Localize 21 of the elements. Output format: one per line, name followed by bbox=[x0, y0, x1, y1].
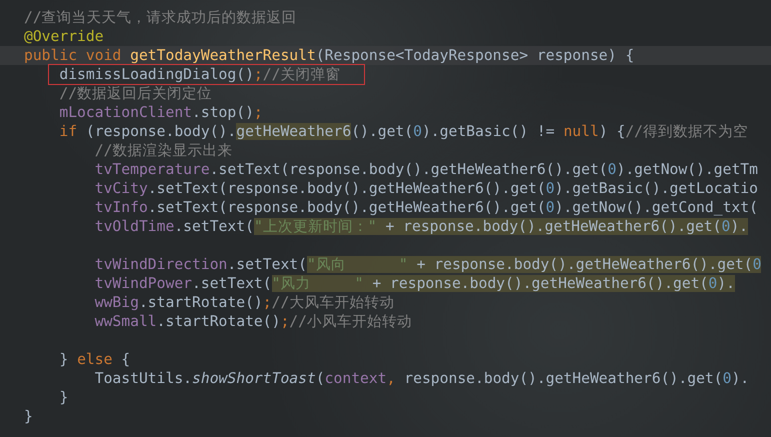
code-line: public void getTodayWeatherResult(Response<TodayResponse> response) { bbox=[24, 46, 634, 65]
code-line: wwSmall.startRotate();//小风车开始转动 bbox=[94, 312, 412, 331]
code-line: //数据渲染显示出来 bbox=[94, 141, 232, 160]
code-line: ToastUtils.showShortToast(context, response.body().getHeWeather6().get(0). bbox=[94, 369, 750, 388]
code-line: } else { bbox=[59, 350, 130, 369]
code-line: if (response.body().getHeWeather6().get(0).getBasic() != null) {//得到数据不为空 bbox=[59, 122, 748, 141]
code-line: tvWindPower.setText("风力 " + response.body().getHeWeather6().get(0). bbox=[94, 274, 735, 293]
code-line: //查询当天天气，请求成功后的数据返回 bbox=[24, 8, 297, 27]
code-editor[interactable] bbox=[0, 0, 771, 437]
code-line: tvInfo.setText(response.body().getHeWeather6().get(0).getNow().getCond_txt( bbox=[94, 198, 758, 217]
code-line: //数据返回后关闭定位 bbox=[59, 84, 212, 103]
code-line: } bbox=[24, 407, 33, 426]
code-line: tvCity.setText(response.body().getHeWeather6().get(0).getBasic().getLocatio bbox=[94, 179, 758, 198]
code-line: tvWindDirection.setText("风向 " + response.body().getHeWeather6().get(0 bbox=[94, 255, 762, 274]
code-line: @Override bbox=[24, 27, 104, 46]
code-line: wwBig.startRotate();//大风车开始转动 bbox=[94, 293, 394, 312]
code-line: tvTemperature.setText(response.body().getHeWeather6().get(0).getNow().getTm bbox=[94, 160, 758, 179]
code-line: } bbox=[59, 388, 68, 407]
code-line: dismissLoadingDialog();//关闭弹窗 bbox=[49, 65, 364, 84]
code-line: mLocationClient.stop(); bbox=[59, 103, 263, 122]
code-line: tvOldTime.setText("上次更新时间：" + response.body().getHeWeather6().get(0). bbox=[94, 217, 748, 236]
